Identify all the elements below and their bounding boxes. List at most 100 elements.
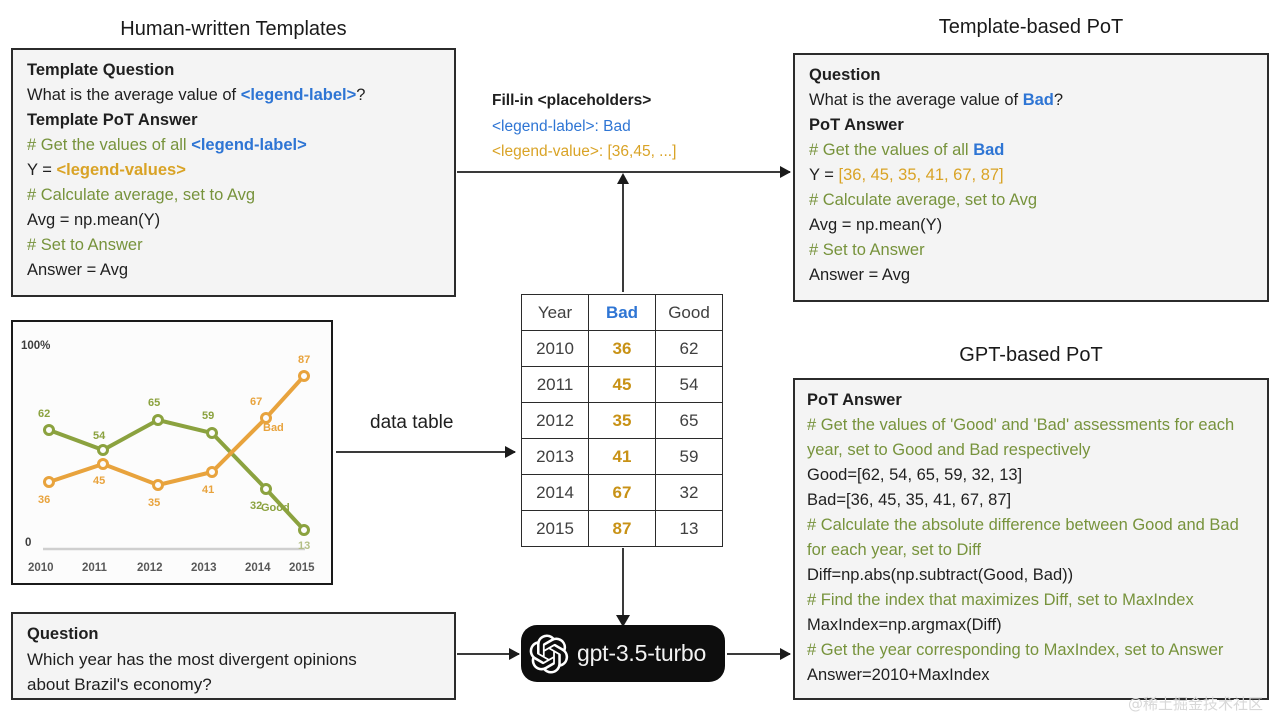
table-header-row: Year Bad Good	[521, 294, 723, 331]
pot-comment-2: # Calculate average, set to Avg	[809, 191, 1038, 209]
template-based-pot-box: Question What is the average value of Ba…	[793, 53, 1269, 302]
table-cell-bad: 36	[588, 330, 656, 367]
chart-legend-bad: Bad	[263, 422, 284, 434]
chart-x-tick-5: 2015	[289, 562, 315, 574]
gpt-pot-comment-4: # Get the year corresponding to MaxIndex…	[807, 641, 1224, 659]
table-row: 2012 35 65	[521, 402, 723, 439]
chart-label-bad-4: 67	[250, 396, 263, 408]
pot-answer-assign: Answer = Avg	[809, 266, 911, 284]
gpt-pot-bad-assign: Bad=[36, 45, 35, 41, 67, 87]	[807, 491, 1012, 509]
template-comment-1: # Get the values of all <legend-label>	[27, 133, 440, 158]
arrow-label-data-table: data table	[370, 412, 454, 433]
gpt-pot-maxindex-assign: MaxIndex=np.argmax(Diff)	[807, 616, 1002, 634]
arrow-table-to-model	[616, 548, 630, 627]
question-line-2: about Brazil's economy?	[27, 675, 212, 694]
table-cell-year: 2010	[521, 330, 589, 367]
gpt-pot-answer-heading: PoT Answer	[807, 391, 902, 409]
table-row: 2013 41 59	[521, 438, 723, 475]
template-question-text: What is the average value of <legend-lab…	[27, 83, 440, 108]
table-cell-bad: 41	[588, 438, 656, 475]
template-answer-assign: Answer = Avg	[27, 261, 129, 279]
gpt-pot-comment-1: # Get the values of 'Good' and 'Bad' ass…	[807, 416, 1235, 459]
arrow-question-to-model	[457, 648, 520, 660]
legend-label-placeholder-2: <legend-label>	[191, 136, 307, 154]
pot-question-suffix: ?	[1053, 91, 1064, 109]
chart-label-good-0: 62	[38, 408, 51, 420]
template-question-suffix: ?	[356, 86, 366, 104]
template-comment-3: # Set to Answer	[27, 236, 143, 254]
line-chart: 100% 0 2010 2011 2012 2013 2014 2015 62 …	[11, 320, 333, 585]
table-cell-year: 2014	[521, 474, 589, 511]
panel-title-template-pot: Template-based PoT	[938, 16, 1124, 38]
table-row: 2011 45 54	[521, 366, 723, 403]
table-cell-good: 32	[655, 474, 723, 511]
template-comment-2: # Calculate average, set to Avg	[27, 186, 256, 204]
table-cell-bad: 45	[588, 366, 656, 403]
arrow-model-to-gpt-pot	[727, 648, 791, 660]
panel-title-gpt-pot: GPT-based PoT	[959, 344, 1103, 366]
table-cell-year: 2012	[521, 402, 589, 439]
chart-label-bad-3: 41	[202, 484, 215, 496]
table-header-bad: Bad	[588, 294, 656, 331]
template-y-prefix: Y =	[27, 161, 57, 179]
gpt-pot-good-assign: Good=[62, 54, 65, 59, 32, 13]	[807, 466, 1023, 484]
pot-comment-3: # Set to Answer	[809, 241, 925, 259]
chart-label-good-5: 13	[298, 540, 311, 552]
watermark: @稀土掘金技术社区	[1128, 695, 1264, 713]
arrow-table-to-fillin	[617, 173, 629, 292]
chart-x-tick-2: 2012	[137, 562, 163, 574]
question-heading: Question	[27, 625, 99, 643]
data-table: Year Bad Good 2010 36 62 2011 45 54 2012…	[521, 294, 723, 547]
gpt-pot-answer-assign: Answer=2010+MaxIndex	[807, 666, 990, 684]
table-header-good: Good	[655, 294, 723, 331]
table-row: 2014 67 32	[521, 474, 723, 511]
pot-y-value: [36, 45, 35, 41, 67, 87]	[838, 166, 1004, 184]
chart-label-good-1: 54	[93, 430, 106, 442]
chart-y-bottom-label: 0	[25, 537, 32, 549]
pot-comment-1: # Get the values of all Bad	[809, 138, 1253, 163]
model-name-label: gpt-3.5-turbo	[577, 640, 707, 666]
fillin-legend-label-line: <legend-label>: Bad	[492, 118, 631, 135]
pot-question-heading: Question	[809, 66, 881, 84]
table-cell-bad: 35	[588, 402, 656, 439]
table-cell-good: 13	[655, 510, 723, 547]
gpt-pot-diff-assign: Diff=np.abs(np.subtract(Good, Bad))	[807, 566, 1074, 584]
chart-label-good-2: 65	[148, 397, 161, 409]
pot-comment-1-prefix: # Get the values of all	[809, 141, 974, 159]
table-cell-good: 62	[655, 330, 723, 367]
panel-title-human-templates: Human-written Templates	[120, 18, 347, 40]
table-row: 2010 36 62	[521, 330, 723, 367]
pot-question-text: What is the average value of Bad?	[809, 88, 1253, 113]
table-cell-good: 59	[655, 438, 723, 475]
template-y-assign: Y = <legend-values>	[27, 158, 440, 183]
pot-y-assign: Y = [36, 45, 35, 41, 67, 87]	[809, 163, 1253, 188]
chart-x-tick-1: 2011	[82, 562, 107, 574]
gpt-pot-comment-3: # Find the index that maximizes Diff, se…	[807, 591, 1194, 609]
openai-logo-icon	[529, 633, 569, 674]
table-cell-bad: 67	[588, 474, 656, 511]
pot-avg-assign: Avg = np.mean(Y)	[809, 216, 943, 234]
fillin-legend-value-line: <legend-value>: [36,45, ...]	[492, 143, 677, 160]
chart-label-bad-1: 45	[93, 475, 106, 487]
chart-label-bad-2: 35	[148, 497, 161, 509]
template-avg-assign: Avg = np.mean(Y)	[27, 211, 161, 229]
table-cell-good: 65	[655, 402, 723, 439]
model-badge-gpt-3-5-turbo[interactable]: gpt-3.5-turbo	[521, 625, 725, 682]
template-pot-answer-heading: Template PoT Answer	[27, 111, 198, 129]
chart-y-top-label: 100%	[21, 340, 51, 352]
question-line-1: Which year has the most divergent opinio…	[27, 650, 357, 669]
pot-answer-heading: PoT Answer	[809, 116, 904, 134]
human-templates-box: Template Question What is the average va…	[11, 48, 456, 297]
legend-values-placeholder: <legend-values>	[56, 161, 186, 179]
table-row: 2015 87 13	[521, 510, 723, 547]
gpt-pot-comment-2: # Calculate the absolute difference betw…	[807, 516, 1239, 559]
pot-question-value: Bad	[1022, 91, 1054, 109]
table-cell-year: 2013	[521, 438, 589, 475]
template-comment-1-prefix: # Get the values of all	[27, 136, 192, 154]
table-cell-bad: 87	[588, 510, 656, 547]
chart-legend-good: Good	[261, 502, 290, 514]
chart-label-good-3: 59	[202, 410, 215, 422]
table-cell-year: 2011	[521, 366, 589, 403]
chart-svg	[43, 370, 310, 551]
question-box: Question Which year has the most diverge…	[11, 612, 456, 700]
